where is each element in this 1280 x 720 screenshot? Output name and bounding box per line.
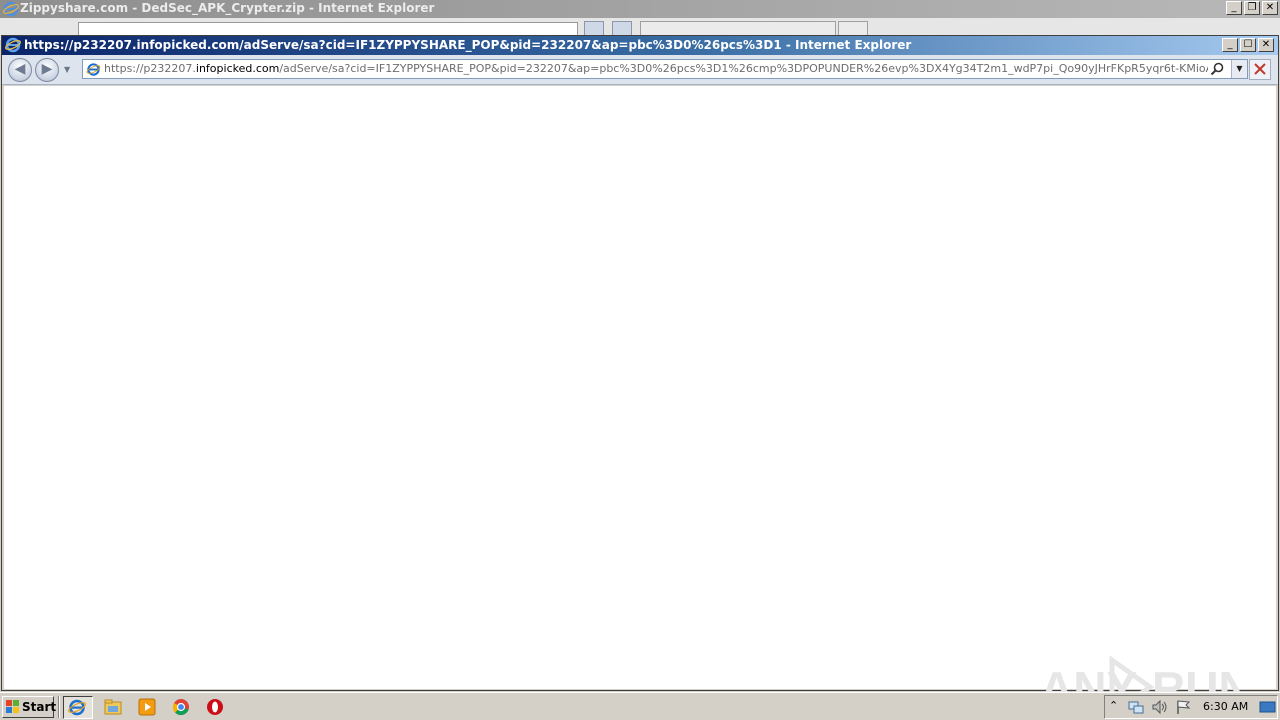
taskbar-ie-button[interactable] xyxy=(63,696,93,719)
minimize-button[interactable]: _ xyxy=(1222,38,1238,52)
recent-pages-dropdown[interactable]: ▼ xyxy=(64,65,70,74)
close-button[interactable]: ✕ xyxy=(1258,38,1274,52)
url-prefix: https://p232207. xyxy=(104,62,196,75)
chrome-icon[interactable] xyxy=(170,697,192,717)
maximize-button[interactable]: ☐ xyxy=(1240,38,1256,52)
popup-titlebar[interactable]: https://p232207.infopicked.com/adServe/s… xyxy=(2,36,1278,55)
url-path: /adServe/sa?cid=IF1ZYPPYSHARE_POP&pid=23… xyxy=(279,62,1208,75)
ie-page-icon xyxy=(86,63,101,76)
popup-window-title: https://p232207.infopicked.com/adServe/s… xyxy=(24,38,912,52)
opera-icon[interactable] xyxy=(204,697,226,717)
taskbar-separator xyxy=(58,696,60,718)
address-dropdown-button[interactable]: ▼ xyxy=(1231,60,1247,78)
network-icon[interactable] xyxy=(1127,699,1145,715)
start-label: Start xyxy=(22,700,57,714)
forward-button[interactable]: ▶ xyxy=(35,58,59,82)
windows-logo-icon xyxy=(6,700,19,713)
url-domain: infopicked.com xyxy=(195,62,280,75)
ie-logo-icon xyxy=(3,1,19,17)
minimize-button[interactable]: _ xyxy=(1226,1,1242,15)
address-url[interactable]: https://p232207.infopicked.com/adServe/s… xyxy=(104,62,1208,75)
volume-icon[interactable] xyxy=(1151,699,1169,715)
address-bar[interactable]: https://p232207.infopicked.com/adServe/s… xyxy=(82,59,1248,79)
media-player-icon[interactable] xyxy=(136,697,158,717)
show-desktop-icon[interactable] xyxy=(1259,699,1277,715)
popup-ie-window[interactable]: https://p232207.infopicked.com/adServe/s… xyxy=(1,35,1279,719)
search-icon[interactable] xyxy=(1209,61,1225,77)
clock[interactable]: 6:30 AM xyxy=(1203,700,1248,713)
stop-button[interactable] xyxy=(1249,59,1271,80)
show-hidden-icons-button[interactable]: ⌃ xyxy=(1109,699,1118,712)
background-ie-window[interactable]: Zippyshare.com - DedSec_APK_Crypter.zip … xyxy=(0,0,1280,40)
restore-button[interactable]: ❐ xyxy=(1244,1,1260,15)
background-window-title: Zippyshare.com - DedSec_APK_Crypter.zip … xyxy=(20,1,435,15)
ie-logo-icon xyxy=(5,37,21,53)
background-titlebar[interactable]: Zippyshare.com - DedSec_APK_Crypter.zip … xyxy=(0,0,1280,18)
taskbar: Start ⌃ 6:30 AM xyxy=(0,692,1280,720)
navigation-bar: ◀ ▶ ▼ https://p232207.infopicked.com/adS… xyxy=(2,55,1278,85)
page-content: ANY RUN xyxy=(4,86,1276,719)
stop-icon xyxy=(1254,63,1266,75)
action-center-flag-icon[interactable] xyxy=(1175,699,1193,715)
back-button[interactable]: ◀ xyxy=(8,58,32,82)
start-button[interactable]: Start xyxy=(2,696,57,718)
system-tray: ⌃ 6:30 AM xyxy=(1104,695,1278,719)
file-explorer-icon[interactable] xyxy=(102,697,124,717)
close-button[interactable]: ✕ xyxy=(1262,1,1278,15)
ie-icon xyxy=(68,699,86,716)
